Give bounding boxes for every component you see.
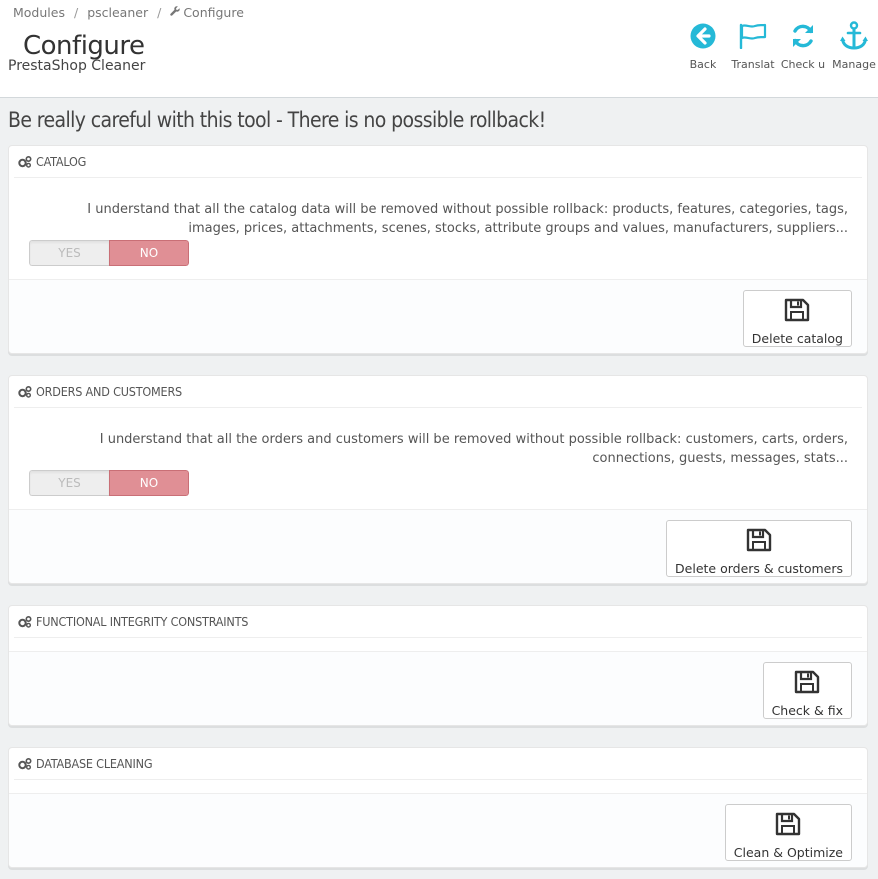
breadcrumb-pscleaner[interactable]: pscleaner bbox=[87, 5, 148, 20]
cogs-icon bbox=[18, 385, 32, 398]
page-title: Configure bbox=[23, 31, 145, 61]
check-update-label: Check u bbox=[780, 58, 826, 71]
orders-customers-panel: ORDERS AND CUSTOMERS I understand that a… bbox=[8, 375, 868, 584]
arrow-circle-left-icon bbox=[690, 20, 716, 52]
switch-no[interactable]: NO bbox=[109, 240, 189, 266]
panel-description: I understand that all the orders and cus… bbox=[99, 432, 848, 466]
manage-label: Manage bbox=[832, 58, 876, 71]
panel-title: CATALOG bbox=[36, 154, 87, 169]
floppy-disk-icon bbox=[784, 297, 810, 323]
translate-button[interactable]: Translat bbox=[730, 20, 776, 76]
wrench-icon bbox=[170, 6, 181, 19]
floppy-disk-icon bbox=[775, 811, 801, 837]
panel-description: I understand that all the catalog data w… bbox=[87, 202, 848, 236]
panel-title: FUNCTIONAL INTEGRITY CONSTRAINTS bbox=[36, 614, 249, 629]
clean-optimize-button[interactable]: Clean & Optimize bbox=[724, 804, 852, 861]
delete-catalog-button[interactable]: Delete catalog bbox=[742, 290, 852, 347]
switch-yes[interactable]: YES bbox=[29, 240, 109, 266]
panel-footer: Delete orders & customers bbox=[9, 509, 867, 583]
manage-hooks-button[interactable]: Manage bbox=[830, 20, 878, 76]
flag-icon bbox=[738, 20, 768, 52]
panel-footer: Clean & Optimize bbox=[9, 793, 867, 867]
button-label: Delete orders & customers bbox=[675, 561, 843, 576]
panel-footer: Delete catalog bbox=[9, 279, 867, 353]
panel-heading: CATALOG bbox=[14, 146, 862, 178]
translate-label: Translat bbox=[731, 58, 775, 71]
panel-heading: DATABASE CLEANING bbox=[14, 748, 862, 780]
button-label: Delete catalog bbox=[751, 331, 843, 346]
button-label: Clean & Optimize bbox=[733, 845, 843, 860]
catalog-panel: CATALOG I understand that all the catalo… bbox=[8, 145, 868, 354]
breadcrumb-configure: Configure bbox=[183, 5, 244, 20]
panel-title: ORDERS AND CUSTOMERS bbox=[36, 384, 182, 399]
confirm-switch[interactable]: YES NO bbox=[29, 470, 189, 496]
cogs-icon bbox=[18, 615, 32, 628]
panel-title: DATABASE CLEANING bbox=[36, 756, 153, 771]
breadcrumb-separator: / bbox=[157, 5, 162, 20]
page-header: Modules / pscleaner / Configure Configur… bbox=[0, 0, 878, 98]
page-subtitle: PrestaShop Cleaner bbox=[8, 58, 146, 74]
floppy-disk-icon bbox=[746, 527, 772, 553]
button-label: Check & fix bbox=[771, 703, 843, 718]
anchor-icon bbox=[839, 20, 869, 52]
confirm-switch[interactable]: YES NO bbox=[29, 240, 189, 266]
back-label: Back bbox=[689, 58, 717, 71]
panel-footer: Check & fix bbox=[9, 651, 867, 725]
breadcrumb-modules[interactable]: Modules bbox=[13, 5, 65, 20]
database-cleaning-panel: DATABASE CLEANING Clean & Optimize bbox=[8, 747, 868, 868]
floppy-disk-icon bbox=[794, 669, 820, 695]
switch-yes[interactable]: YES bbox=[29, 470, 109, 496]
panel-heading: FUNCTIONAL INTEGRITY CONSTRAINTS bbox=[14, 606, 862, 638]
warning-heading: Be really careful with this tool - There… bbox=[8, 108, 546, 132]
breadcrumb: Modules / pscleaner / Configure bbox=[13, 5, 244, 20]
breadcrumb-separator: / bbox=[73, 5, 79, 20]
toolbar: Back Translat Check u Manage bbox=[680, 20, 878, 76]
panel-heading: ORDERS AND CUSTOMERS bbox=[14, 376, 862, 408]
back-button[interactable]: Back bbox=[680, 20, 726, 76]
check-update-button[interactable]: Check u bbox=[780, 20, 826, 76]
switch-no[interactable]: NO bbox=[109, 470, 189, 496]
integrity-constraints-panel: FUNCTIONAL INTEGRITY CONSTRAINTS Check &… bbox=[8, 605, 868, 726]
check-fix-button[interactable]: Check & fix bbox=[762, 662, 852, 719]
cogs-icon bbox=[18, 155, 32, 168]
refresh-icon bbox=[790, 20, 816, 52]
cogs-icon bbox=[18, 757, 32, 770]
delete-orders-customers-button[interactable]: Delete orders & customers bbox=[666, 520, 852, 577]
